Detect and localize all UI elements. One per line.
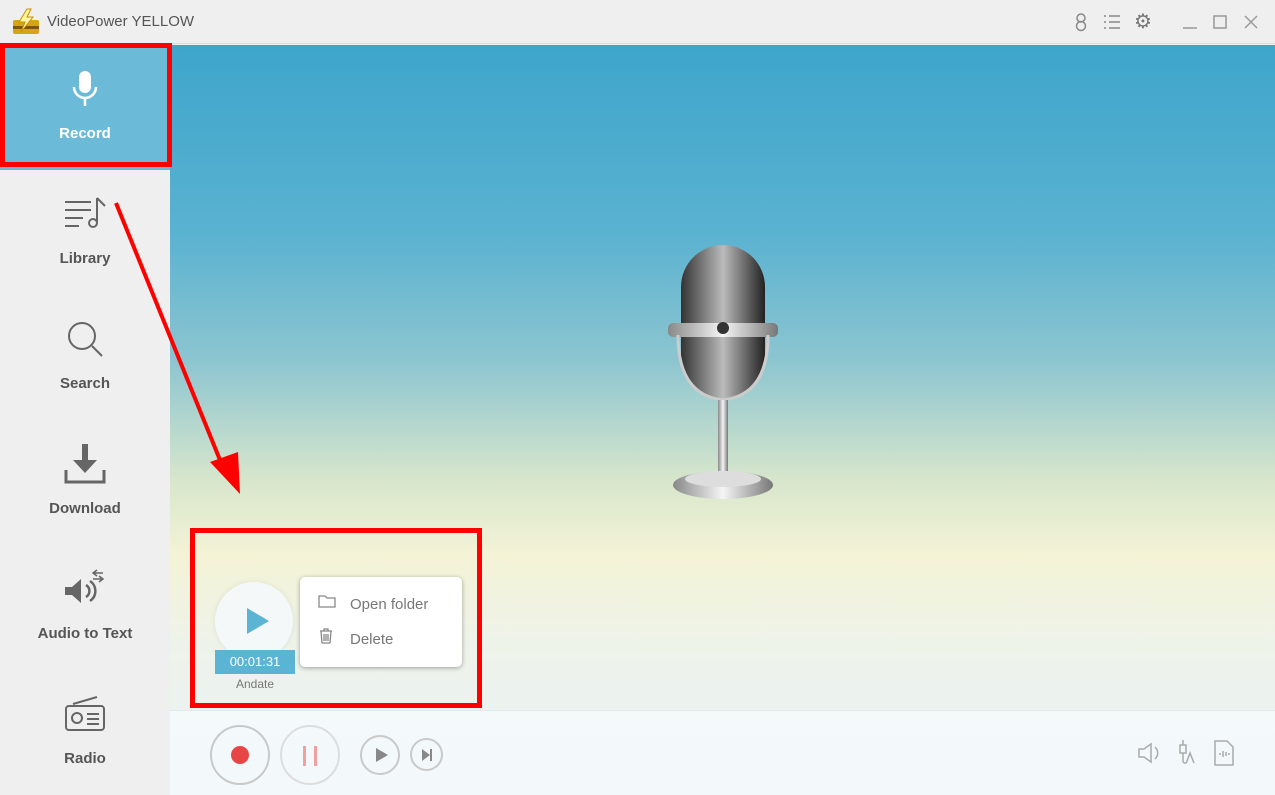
gear-icon[interactable]: ⚙ (1133, 12, 1153, 32)
annotation-box-recording (190, 528, 482, 708)
microphone-illustration (668, 245, 778, 499)
annotation-box-record (0, 43, 172, 167)
next-button[interactable] (410, 738, 443, 771)
play-icon (376, 748, 388, 762)
play-button[interactable] (360, 735, 400, 775)
record-icon (231, 746, 249, 764)
user-icon[interactable] (1071, 12, 1091, 32)
app-logo-icon (13, 8, 39, 34)
audio-jack-icon[interactable] (1176, 739, 1200, 767)
title-bar: VideoPower YELLOW ⚙ (0, 0, 1275, 44)
music-list-icon (65, 197, 106, 228)
pause-button[interactable] (280, 725, 340, 785)
volume-icon[interactable] (1137, 741, 1163, 765)
download-icon (64, 444, 106, 484)
app-title: VideoPower YELLOW (47, 13, 195, 30)
next-icon (422, 749, 430, 761)
record-button[interactable] (210, 725, 270, 785)
audio-file-icon[interactable] (1213, 740, 1235, 766)
close-icon[interactable] (1241, 12, 1261, 32)
sidebar-item-label: Download (49, 500, 121, 517)
next-bar (430, 749, 432, 761)
sidebar-item-library[interactable]: Library (0, 170, 170, 295)
maximize-icon[interactable] (1210, 12, 1230, 32)
speaker-convert-icon (65, 569, 105, 603)
sidebar-item-download[interactable]: Download (0, 420, 170, 545)
sidebar-item-label: Radio (64, 750, 106, 767)
control-bar (170, 710, 1275, 795)
sidebar-item-audio-to-text[interactable]: Audio to Text (0, 545, 170, 670)
sidebar-item-label: Search (59, 375, 111, 392)
search-icon (68, 322, 103, 357)
minimize-icon[interactable] (1180, 12, 1200, 32)
sidebar-item-search[interactable]: Search (0, 295, 170, 420)
pause-icon (303, 746, 317, 766)
radio-icon (65, 696, 105, 731)
sidebar-item-label: Audio to Text (37, 625, 133, 642)
sidebar-item-label: Library (59, 250, 111, 267)
sidebar-item-radio[interactable]: Radio (0, 670, 170, 795)
list-icon[interactable] (1102, 12, 1122, 32)
